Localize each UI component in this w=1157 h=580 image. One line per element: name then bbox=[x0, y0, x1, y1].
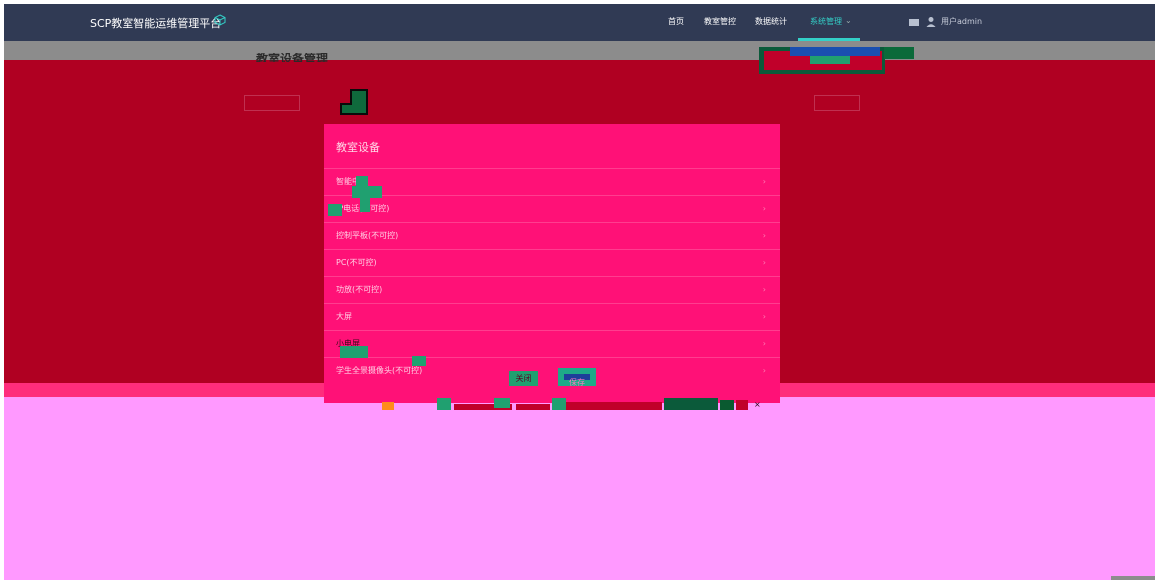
glitch-block bbox=[382, 402, 394, 410]
chevron-right-icon: › bbox=[762, 366, 766, 375]
user-menu[interactable]: 用户admin bbox=[941, 16, 982, 27]
device-label: PC(不可控) bbox=[336, 258, 377, 267]
device-list: 智能中控› IP电话(不可控)› 控制平板(不可控) › PC(不可控) › 功放(… bbox=[324, 168, 780, 384]
chevron-right-icon: › bbox=[762, 312, 766, 321]
modal-title: 教室设备 bbox=[336, 141, 380, 154]
glitch-block bbox=[494, 398, 510, 408]
list-item[interactable]: IP电话(不可控)› bbox=[324, 195, 780, 222]
nav-system-management[interactable]: 系统管理 bbox=[810, 16, 842, 27]
glitch-block bbox=[790, 47, 880, 56]
classroom-device-modal: 教室设备 智能中控› IP电话(不可控)› 控制平板(不可控) › PC(不可控)… bbox=[324, 124, 780, 403]
glitch-block bbox=[328, 204, 342, 216]
glitch-block bbox=[566, 402, 662, 410]
corner-band bbox=[1111, 576, 1155, 580]
cube-icon bbox=[214, 14, 226, 26]
chevron-right-icon: › bbox=[762, 258, 766, 267]
list-item[interactable]: 智能中控 › bbox=[324, 168, 780, 195]
glitch-block bbox=[664, 398, 718, 410]
glitch-block bbox=[437, 398, 451, 410]
list-item[interactable]: PC(不可控) › bbox=[324, 249, 780, 276]
ghost-button[interactable] bbox=[244, 95, 300, 111]
overlay-lower bbox=[4, 397, 1155, 580]
glitch-block bbox=[412, 356, 426, 366]
device-label: 大屏 bbox=[336, 312, 352, 321]
list-item[interactable]: 小电屏 › bbox=[324, 330, 780, 357]
glitch-block bbox=[352, 186, 382, 198]
glitch-block bbox=[516, 404, 550, 410]
list-item[interactable]: 大屏 › bbox=[324, 303, 780, 330]
ghost-button[interactable] bbox=[814, 95, 860, 111]
app-frame: SCP教室智能运维管理平台 首页 教室管控 数据统计 系统管理 ⌄ 用户admi… bbox=[4, 4, 1155, 580]
app-title: SCP教室智能运维管理平台 bbox=[90, 17, 222, 30]
glitch-shape bbox=[340, 89, 368, 115]
chevron-right-icon: › bbox=[762, 285, 766, 294]
close-icon: × bbox=[754, 400, 761, 409]
page-title: 教室设备管理 bbox=[256, 53, 329, 62]
page-header-band bbox=[4, 41, 1155, 60]
save-button[interactable]: 保存 bbox=[558, 368, 596, 387]
glitch-block bbox=[720, 400, 734, 410]
list-item[interactable]: 功放(不可控) › bbox=[324, 276, 780, 303]
chevron-right-icon: › bbox=[762, 231, 766, 240]
user-icon bbox=[926, 17, 936, 27]
device-label: 学生全景摄像头(不可控) bbox=[336, 366, 423, 375]
glitch-block bbox=[552, 398, 566, 410]
glitch-block bbox=[360, 198, 370, 212]
close-button[interactable]: 关闭 bbox=[509, 371, 538, 386]
nav-classroom-control[interactable]: 教室管控 bbox=[704, 16, 736, 27]
list-item[interactable]: 学生全景摄像头(不可控) › bbox=[324, 357, 780, 384]
nav-home[interactable]: 首页 bbox=[668, 16, 684, 27]
list-item[interactable]: 控制平板(不可控) › bbox=[324, 222, 780, 249]
glitch-block bbox=[736, 400, 748, 410]
chevron-right-icon: › bbox=[762, 204, 766, 213]
chevron-down-icon: ⌄ bbox=[845, 16, 852, 25]
mail-icon[interactable] bbox=[909, 19, 919, 26]
chevron-right-icon: › bbox=[762, 177, 766, 186]
device-label: 控制平板(不可控) bbox=[336, 231, 399, 240]
nav-data-statistics[interactable]: 数据统计 bbox=[755, 16, 787, 27]
glitch-block bbox=[356, 176, 368, 186]
top-nav-bar: SCP教室智能运维管理平台 首页 教室管控 数据统计 系统管理 ⌄ 用户admi… bbox=[4, 4, 1155, 41]
device-label: 功放(不可控) bbox=[336, 285, 383, 294]
chevron-right-icon: › bbox=[762, 339, 766, 348]
glitch-block bbox=[340, 346, 368, 358]
glitch-block bbox=[810, 56, 850, 64]
glitch-block bbox=[884, 47, 914, 59]
